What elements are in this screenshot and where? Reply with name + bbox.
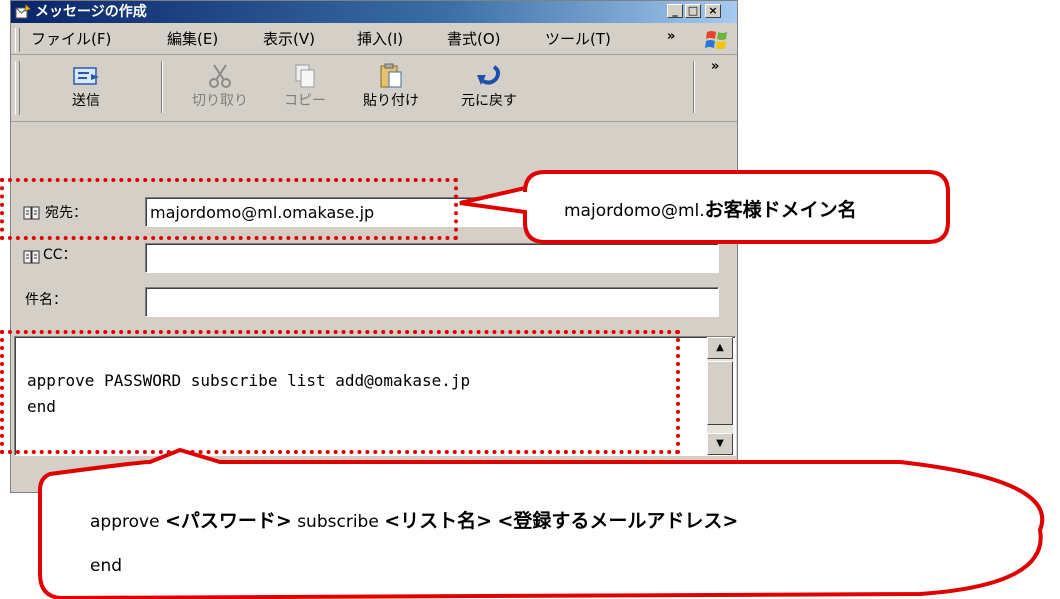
command-password: <パスワード> (164, 510, 292, 532)
address-callout-plain: majordomo@ml. (564, 201, 705, 221)
command-callout-line-1: approve <パスワード> subscribe <リスト名> <登録するメー… (90, 506, 738, 533)
command-callout-line-2: end (90, 556, 123, 576)
address-callout-text: majordomo@ml.お客様ドメイン名 (564, 195, 857, 222)
command-address: <登録するメールアドレス> (497, 510, 739, 532)
address-callout-domain: お客様ドメイン名 (704, 199, 857, 221)
command-list-name: <リスト名> (384, 510, 493, 532)
command-approve: approve (90, 512, 165, 532)
command-subscribe: subscribe (291, 512, 385, 532)
